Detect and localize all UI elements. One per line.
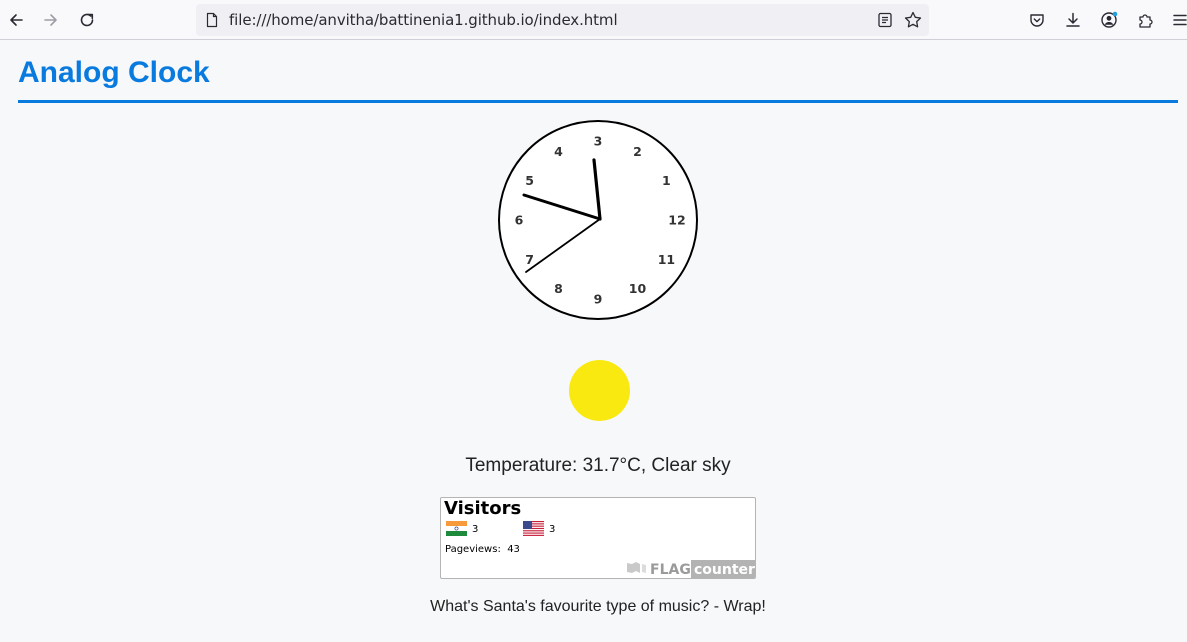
clock-numeral: 3 <box>594 134 603 149</box>
url-bar[interactable]: file:///home/anvitha/battinenia1.github.… <box>196 4 929 36</box>
clock-numeral: 7 <box>525 252 534 267</box>
flag-counter-logo[interactable]: FLAG counter <box>625 559 755 578</box>
downloads-button[interactable] <box>1059 6 1087 34</box>
account-button[interactable] <box>1095 6 1123 34</box>
page-title: Analog Clock <box>18 56 210 89</box>
menu-button[interactable] <box>1166 6 1187 34</box>
clock-numeral: 2 <box>633 144 642 159</box>
account-icon <box>1101 11 1118 28</box>
pocket-icon <box>1030 14 1044 27</box>
url-text[interactable]: file:///home/anvitha/battinenia1.github.… <box>229 11 618 29</box>
pocket-button[interactable] <box>1023 6 1051 34</box>
svg-text:FLAG: FLAG <box>650 562 691 578</box>
india-flag-icon <box>446 521 467 536</box>
extensions-button[interactable] <box>1131 6 1159 34</box>
clock-numeral: 10 <box>629 281 647 296</box>
clock-numeral: 6 <box>515 213 524 228</box>
download-icon <box>1066 12 1080 27</box>
back-button[interactable] <box>2 6 30 34</box>
india-visitor-count: 3 <box>472 524 479 535</box>
clock-numeral: 11 <box>658 252 675 267</box>
arrow-left-icon <box>10 14 23 26</box>
flag-counter-widget[interactable]: Visitors 3 3 Pageviews: 43 FLAG counter <box>440 497 756 579</box>
joke-text: What's Santa's favourite type of music? … <box>430 598 766 615</box>
clock-numeral: 5 <box>525 173 534 188</box>
bookmark-star-icon[interactable] <box>903 10 923 30</box>
analog-clock: 121234567891011 <box>498 120 698 320</box>
weather-text: Temperature: 31.7°C, Clear sky <box>465 455 731 476</box>
puzzle-icon <box>1139 14 1153 28</box>
pageviews-label: Pageviews: <box>445 544 501 555</box>
usa-flag-icon <box>523 521 544 536</box>
reload-icon <box>80 13 94 27</box>
forward-button[interactable] <box>37 6 65 34</box>
usa-visitor-count: 3 <box>549 524 556 535</box>
svg-text:counter: counter <box>694 562 755 578</box>
flag-counter-title: Visitors <box>444 498 522 519</box>
title-divider <box>18 100 1178 103</box>
browser-toolbar: file:///home/anvitha/battinenia1.github.… <box>0 0 1187 40</box>
clock-numeral: 12 <box>668 213 685 228</box>
reload-button[interactable] <box>73 6 101 34</box>
arrow-right-icon <box>44 14 57 26</box>
clock-numeral: 1 <box>662 173 671 188</box>
clock-numeral: 4 <box>554 144 563 159</box>
pageviews-row: Pageviews: 43 <box>445 544 520 555</box>
clock-numeral: 9 <box>594 292 603 307</box>
page-icon <box>206 12 218 28</box>
reader-view-icon[interactable] <box>876 11 894 29</box>
clock-numeral: 8 <box>554 281 563 296</box>
weather-sun-icon <box>569 360 630 421</box>
hamburger-menu-icon <box>1173 14 1187 26</box>
pageviews-value: 43 <box>507 544 520 555</box>
